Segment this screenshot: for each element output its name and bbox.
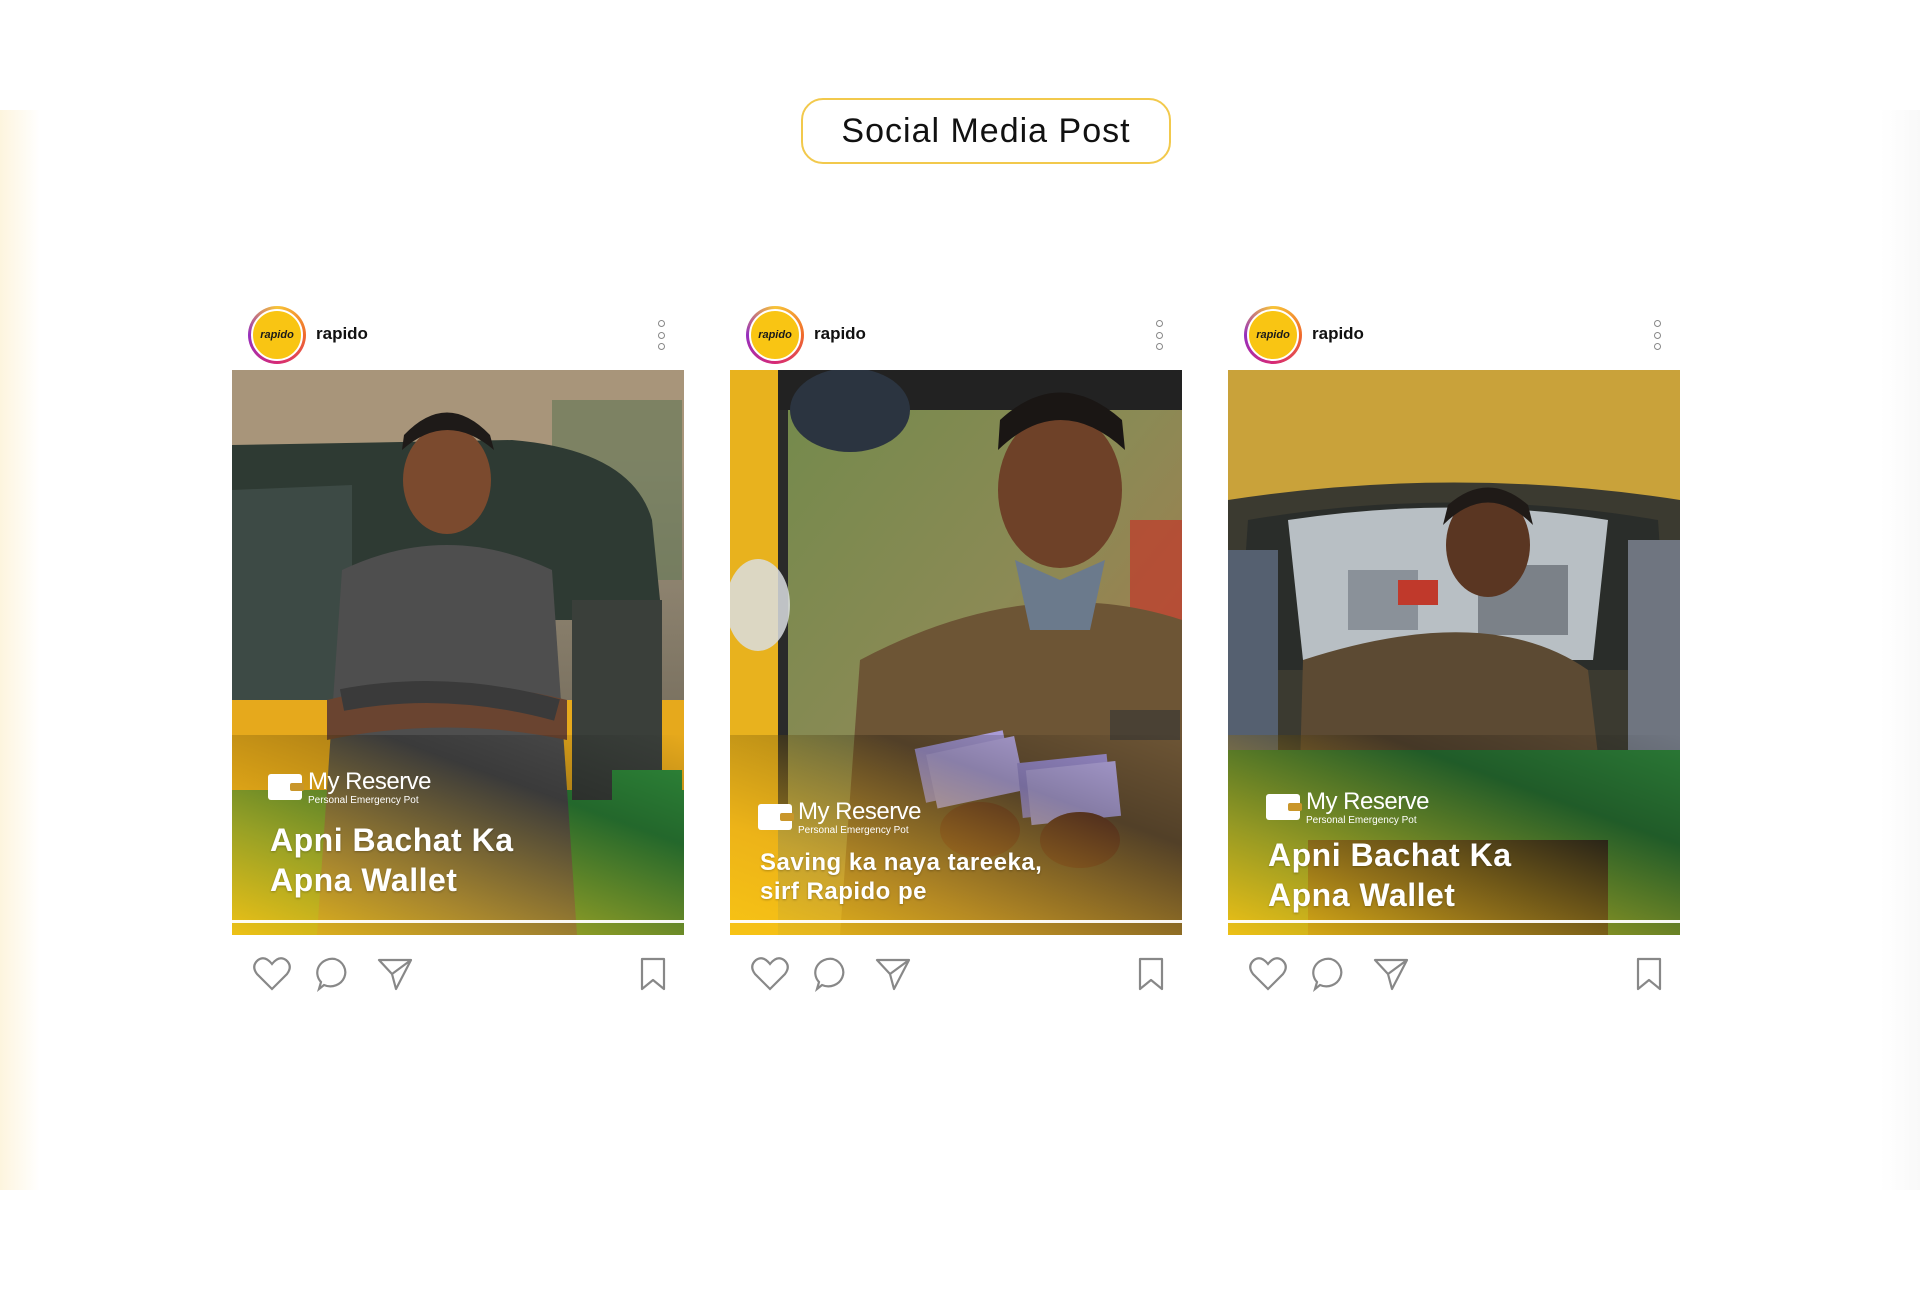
brand-name: My Reserve — [308, 768, 432, 795]
post-actions — [1228, 950, 1680, 1000]
headline-line-1: Apni Bachat Ka — [270, 822, 514, 858]
bookmark-icon[interactable] — [638, 956, 668, 992]
more-options-icon[interactable] — [1152, 320, 1166, 350]
bookmark-icon[interactable] — [1136, 956, 1166, 992]
post-header: rapido rapido — [232, 300, 684, 370]
headline-line-2: Apna Wallet — [1268, 877, 1456, 913]
brand-name: My Reserve — [1306, 788, 1430, 815]
heart-icon[interactable] — [750, 956, 790, 992]
progress-line — [1228, 920, 1680, 923]
brand-tagline: Personal Emergency Pot — [1306, 815, 1417, 826]
story-ring[interactable]: rapido — [1244, 306, 1302, 364]
headline: Apni Bachat Ka Apna Wallet — [1268, 835, 1511, 915]
progress-line — [232, 920, 684, 923]
headline: Saving ka naya tareeka, sirf Rapido pe — [760, 848, 1042, 906]
brand-tagline: Personal Emergency Pot — [308, 795, 419, 806]
post-image: My Reserve Personal Emergency Pot Saving… — [730, 370, 1182, 935]
my-reserve-logo: My Reserve Personal Emergency Pot — [758, 798, 922, 837]
more-options-icon[interactable] — [1650, 320, 1664, 350]
username[interactable]: rapido — [316, 324, 368, 344]
share-icon[interactable] — [376, 956, 414, 992]
wallet-icon — [268, 774, 304, 800]
share-icon[interactable] — [874, 956, 912, 992]
share-icon[interactable] — [1372, 956, 1410, 992]
instagram-post-1: rapido rapido My Reserve Personal Emerge… — [232, 300, 684, 1000]
post-header: rapido rapido — [730, 300, 1182, 370]
left-edge-glow — [0, 110, 40, 1190]
heart-icon[interactable] — [1248, 956, 1288, 992]
avatar: rapido — [251, 309, 303, 361]
headline: Apni Bachat Ka Apna Wallet — [270, 820, 513, 900]
section-title-pill: Social Media Post — [801, 98, 1171, 164]
brand-name: My Reserve — [798, 798, 922, 825]
username[interactable]: rapido — [1312, 324, 1364, 344]
instagram-post-2: rapido rapido My Reserve Personal Emerge… — [730, 300, 1182, 1000]
headline-line-1: Apni Bachat Ka — [1268, 837, 1512, 873]
story-ring[interactable]: rapido — [248, 306, 306, 364]
my-reserve-logo: My Reserve Personal Emergency Pot — [268, 768, 432, 807]
wallet-icon — [758, 804, 794, 830]
my-reserve-logo: My Reserve Personal Emergency Pot — [1266, 788, 1430, 827]
story-ring[interactable]: rapido — [746, 306, 804, 364]
post-image: My Reserve Personal Emergency Pot Apni B… — [232, 370, 684, 935]
wallet-icon — [1266, 794, 1302, 820]
avatar: rapido — [1247, 309, 1299, 361]
comment-icon[interactable] — [814, 956, 852, 992]
instagram-post-3: rapido rapido My Reserve Personal Emerge… — [1228, 300, 1680, 1000]
bookmark-icon[interactable] — [1634, 956, 1664, 992]
heart-icon[interactable] — [252, 956, 292, 992]
headline-line-1: Saving ka naya tareeka, — [760, 849, 1043, 876]
brand-tagline: Personal Emergency Pot — [798, 825, 909, 836]
comment-icon[interactable] — [1312, 956, 1350, 992]
post-header: rapido rapido — [1228, 300, 1680, 370]
comment-icon[interactable] — [316, 956, 354, 992]
headline-line-2: sirf Rapido pe — [760, 878, 928, 905]
headline-line-2: Apna Wallet — [270, 862, 458, 898]
more-options-icon[interactable] — [654, 320, 668, 350]
post-actions — [730, 950, 1182, 1000]
post-image: My Reserve Personal Emergency Pot Apni B… — [1228, 370, 1680, 935]
progress-line — [730, 920, 1182, 923]
right-edge-glow — [1880, 110, 1920, 1190]
avatar: rapido — [749, 309, 801, 361]
post-actions — [232, 950, 684, 1000]
username[interactable]: rapido — [814, 324, 866, 344]
